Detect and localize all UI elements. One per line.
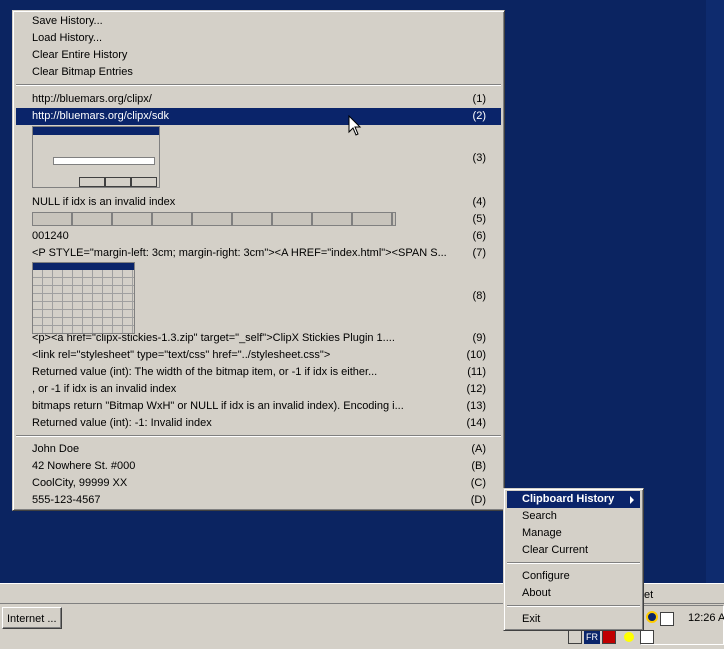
bitmap-thumbnail-calendar — [32, 262, 135, 334]
history-item-1[interactable]: http://bluemars.org/clipx/ (1) — [16, 91, 501, 108]
monitor-icon[interactable] — [602, 630, 616, 644]
mouse-cursor-icon — [348, 115, 362, 136]
tray-menu-clear-current[interactable]: Clear Current — [507, 542, 640, 559]
history-item-text: , or -1 if idx is an invalid index — [32, 383, 177, 395]
history-item-key: (14) — [466, 417, 486, 429]
menu-item-clear-history[interactable]: Clear Entire History — [16, 47, 501, 64]
history-item-key: (3) — [472, 152, 486, 164]
sound-icon[interactable] — [646, 611, 658, 623]
history-item-2[interactable]: http://bluemars.org/clipx/sdk (2) — [16, 108, 501, 125]
menu-item-label: Clear Current — [522, 544, 589, 556]
sticky-item-text: John Doe — [32, 443, 80, 455]
history-item-11[interactable]: Returned value (int): The width of the b… — [16, 364, 501, 381]
menu-item-label: Clipboard History — [522, 493, 615, 505]
sticky-item-key: (B) — [471, 460, 486, 472]
history-item-key: (13) — [466, 400, 486, 412]
tray-context-menu: Clipboard History Search Manage Clear Cu… — [503, 488, 644, 631]
sticky-item-key: (D) — [470, 494, 486, 506]
history-item-12[interactable]: , or -1 if idx is an invalid index (12) — [16, 381, 501, 398]
history-item-13[interactable]: bitmaps return "Bitmap WxH" or NULL if i… — [16, 398, 501, 415]
bitmap-thumbnail-run-dialog — [32, 126, 160, 188]
submenu-arrow-icon — [630, 496, 634, 504]
history-item-text: <P STYLE="margin-left: 3cm; margin-right… — [32, 247, 447, 259]
sticky-item-a[interactable]: John Doe (A) — [16, 441, 501, 458]
history-item-key: (10) — [466, 349, 486, 361]
taskbar-button-internet[interactable]: Internet ... — [2, 607, 62, 629]
history-item-text: bitmaps return "Bitmap WxH" or NULL if i… — [32, 400, 404, 412]
menu-item-clear-bitmaps[interactable]: Clear Bitmap Entries — [16, 64, 501, 81]
history-item-key: (4) — [472, 196, 486, 208]
history-item-6[interactable]: 001240 (6) — [16, 228, 501, 245]
smiley-icon[interactable] — [624, 632, 634, 642]
tray-menu-search[interactable]: Search — [507, 508, 640, 525]
computer-icon[interactable] — [568, 630, 582, 644]
clipboard-icon[interactable] — [640, 630, 654, 644]
menu-item-label: Clear Entire History — [32, 49, 128, 61]
menu-item-label: Search — [522, 510, 557, 522]
history-item-key: (6) — [472, 230, 486, 242]
network-icon[interactable] — [660, 612, 674, 626]
language-indicator[interactable]: FR — [584, 630, 600, 644]
tray-menu-configure[interactable]: Configure — [507, 568, 640, 585]
history-item-key: (8) — [472, 290, 486, 302]
clipboard-history-menu: Save History... Load History... Clear En… — [12, 10, 505, 511]
history-item-4[interactable]: NULL if idx is an invalid index (4) — [16, 194, 501, 211]
history-item-text: Returned value (int): -1: Invalid index — [32, 417, 212, 429]
history-item-key: (12) — [466, 383, 486, 395]
history-item-key: (11) — [467, 366, 486, 378]
menu-separator — [16, 84, 501, 86]
menu-separator — [507, 562, 640, 564]
tray-menu-clipboard-history[interactable]: Clipboard History — [507, 491, 640, 508]
menu-separator — [16, 435, 501, 437]
menu-item-label: Manage — [522, 527, 562, 539]
sticky-item-text: 555-123-4567 — [32, 494, 101, 506]
history-item-key: (9) — [472, 332, 486, 344]
desktop-edge — [706, 0, 724, 585]
menu-item-label: Exit — [522, 613, 541, 625]
menu-item-label: Load History... — [32, 32, 103, 44]
menu-separator — [507, 605, 640, 607]
menu-item-load-history[interactable]: Load History... — [16, 30, 501, 47]
sticky-item-text: 42 Nowhere St. #000 — [32, 460, 136, 472]
menu-item-label: About — [522, 587, 551, 599]
sticky-item-key: (C) — [470, 477, 486, 489]
menu-item-label: Configure — [522, 570, 570, 582]
history-item-text: http://bluemars.org/clipx/ — [32, 93, 152, 105]
history-item-key: (2) — [472, 110, 486, 122]
bitmap-thumbnail-taskbar — [32, 212, 396, 226]
history-item-text: <link rel="stylesheet" type="text/css" h… — [32, 349, 331, 361]
menu-item-save-history[interactable]: Save History... — [16, 13, 501, 30]
menu-item-label: Save History... — [32, 15, 103, 27]
history-item-7[interactable]: <P STYLE="margin-left: 3cm; margin-right… — [16, 245, 501, 262]
tray-peek-text: et — [644, 589, 654, 601]
tray-menu-exit[interactable]: Exit — [507, 611, 640, 628]
history-item-text: NULL if idx is an invalid index — [32, 196, 176, 208]
history-item-14[interactable]: Returned value (int): -1: Invalid index (… — [16, 415, 501, 432]
history-item-10[interactable]: <link rel="stylesheet" type="text/css" h… — [16, 347, 501, 364]
history-item-text: Returned value (int): The width of the b… — [32, 366, 378, 378]
history-item-key: (1) — [472, 93, 486, 105]
history-item-key: (7) — [472, 247, 486, 259]
menu-item-label: Clear Bitmap Entries — [32, 66, 133, 78]
sticky-item-key: (A) — [471, 443, 486, 455]
history-item-key: (5) — [472, 213, 486, 225]
tray-menu-manage[interactable]: Manage — [507, 525, 640, 542]
history-item-text: http://bluemars.org/clipx/sdk — [32, 110, 169, 122]
clock[interactable]: 12:26 A — [688, 612, 724, 624]
tray-menu-about[interactable]: About — [507, 585, 640, 602]
sticky-item-c[interactable]: CoolCity, 99999 XX (C) — [16, 475, 501, 492]
sticky-item-text: CoolCity, 99999 XX — [32, 477, 128, 489]
history-item-text: 001240 — [32, 230, 69, 242]
sticky-item-b[interactable]: 42 Nowhere St. #000 (B) — [16, 458, 501, 475]
sticky-item-d[interactable]: 555-123-4567 (D) — [16, 492, 501, 509]
